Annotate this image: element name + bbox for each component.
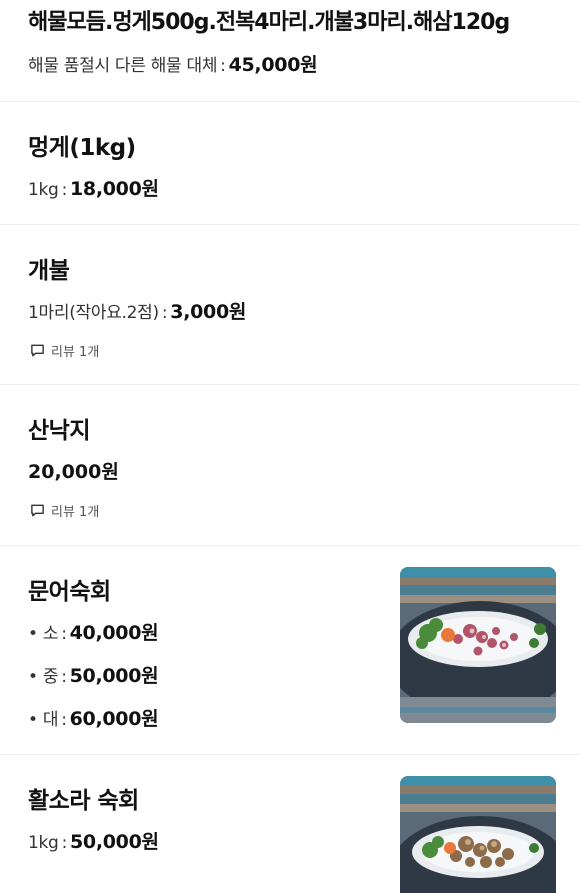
item-price: 45,000원 [228, 54, 318, 76]
option-label: 중 [42, 667, 59, 687]
bullet: • [28, 667, 43, 687]
option-row-medium: • 중:50,000원 [28, 665, 159, 687]
item-option: 1마리(작아요.2점) [28, 303, 159, 323]
item-name: 멍게(1kg) [28, 135, 136, 161]
speech-bubble-icon [31, 504, 44, 517]
review-label: 리뷰 1개 [51, 505, 100, 520]
item-price: 3,000원 [170, 301, 247, 323]
item-price-line: 1마리(작아요.2점):3,000원 [28, 301, 247, 323]
option-price: 60,000원 [69, 708, 159, 730]
option-row-small: • 소:40,000원 [28, 622, 159, 644]
conch-dish-photo[interactable] [400, 776, 556, 893]
option-row-large: • 대:60,000원 [28, 708, 159, 730]
item-price: 20,000원 [28, 461, 119, 483]
conch-dish-image [400, 776, 556, 893]
item-name: 활소라 숙회 [28, 788, 139, 814]
item-price: 18,000원 [70, 178, 159, 200]
bullet: • [28, 710, 43, 730]
option-label: 대 [42, 710, 59, 730]
item-price-line: 1kg:18,000원 [28, 178, 159, 200]
item-option: 1kg [28, 833, 59, 853]
item-name: 해물모듬.멍게500g.전복4마리.개불3마리.해삼120g [28, 10, 510, 35]
item-price-line: 1kg:50,000원 [28, 831, 159, 853]
menu-item-spoon-worm[interactable]: 개불 1마리(작아요.2점):3,000원 리뷰 1개 [0, 225, 580, 385]
speech-bubble-icon [31, 344, 44, 357]
octopus-dish-image [400, 567, 556, 723]
item-name: 문어숙회 [28, 579, 111, 605]
option-label: 소 [42, 624, 59, 644]
octopus-dish-photo[interactable] [400, 567, 556, 723]
menu-item-sea-squirt[interactable]: 멍게(1kg) 1kg:18,000원 [0, 102, 580, 225]
item-name: 개불 [28, 258, 70, 284]
bullet: • [28, 624, 43, 644]
review-count[interactable]: 리뷰 1개 [30, 501, 99, 520]
menu-item-live-octopus[interactable]: 산낙지 20,000원 리뷰 1개 [0, 385, 580, 546]
item-option: 해물 품절시 다른 해물 대체 [28, 56, 218, 76]
item-price-line: 해물 품절시 다른 해물 대체:45,000원 [28, 54, 318, 76]
option-price: 50,000원 [69, 665, 159, 687]
review-label: 리뷰 1개 [51, 345, 100, 360]
item-option: 1kg [28, 180, 59, 200]
menu-item-boiled-octopus[interactable]: 문어숙회 • 소:40,000원 • 중:50,000원 • 대:60,000원 [0, 546, 580, 755]
menu-item-seafood-platter[interactable]: 해물모듬.멍게500g.전복4마리.개불3마리.해삼120g 해물 품절시 다른… [0, 0, 580, 102]
item-name: 산낙지 [28, 418, 90, 444]
menu-item-boiled-conch[interactable]: 활소라 숙회 1kg:50,000원 [0, 755, 580, 893]
option-price: 40,000원 [69, 622, 159, 644]
item-price: 50,000원 [70, 831, 159, 853]
review-count[interactable]: 리뷰 1개 [30, 341, 99, 360]
